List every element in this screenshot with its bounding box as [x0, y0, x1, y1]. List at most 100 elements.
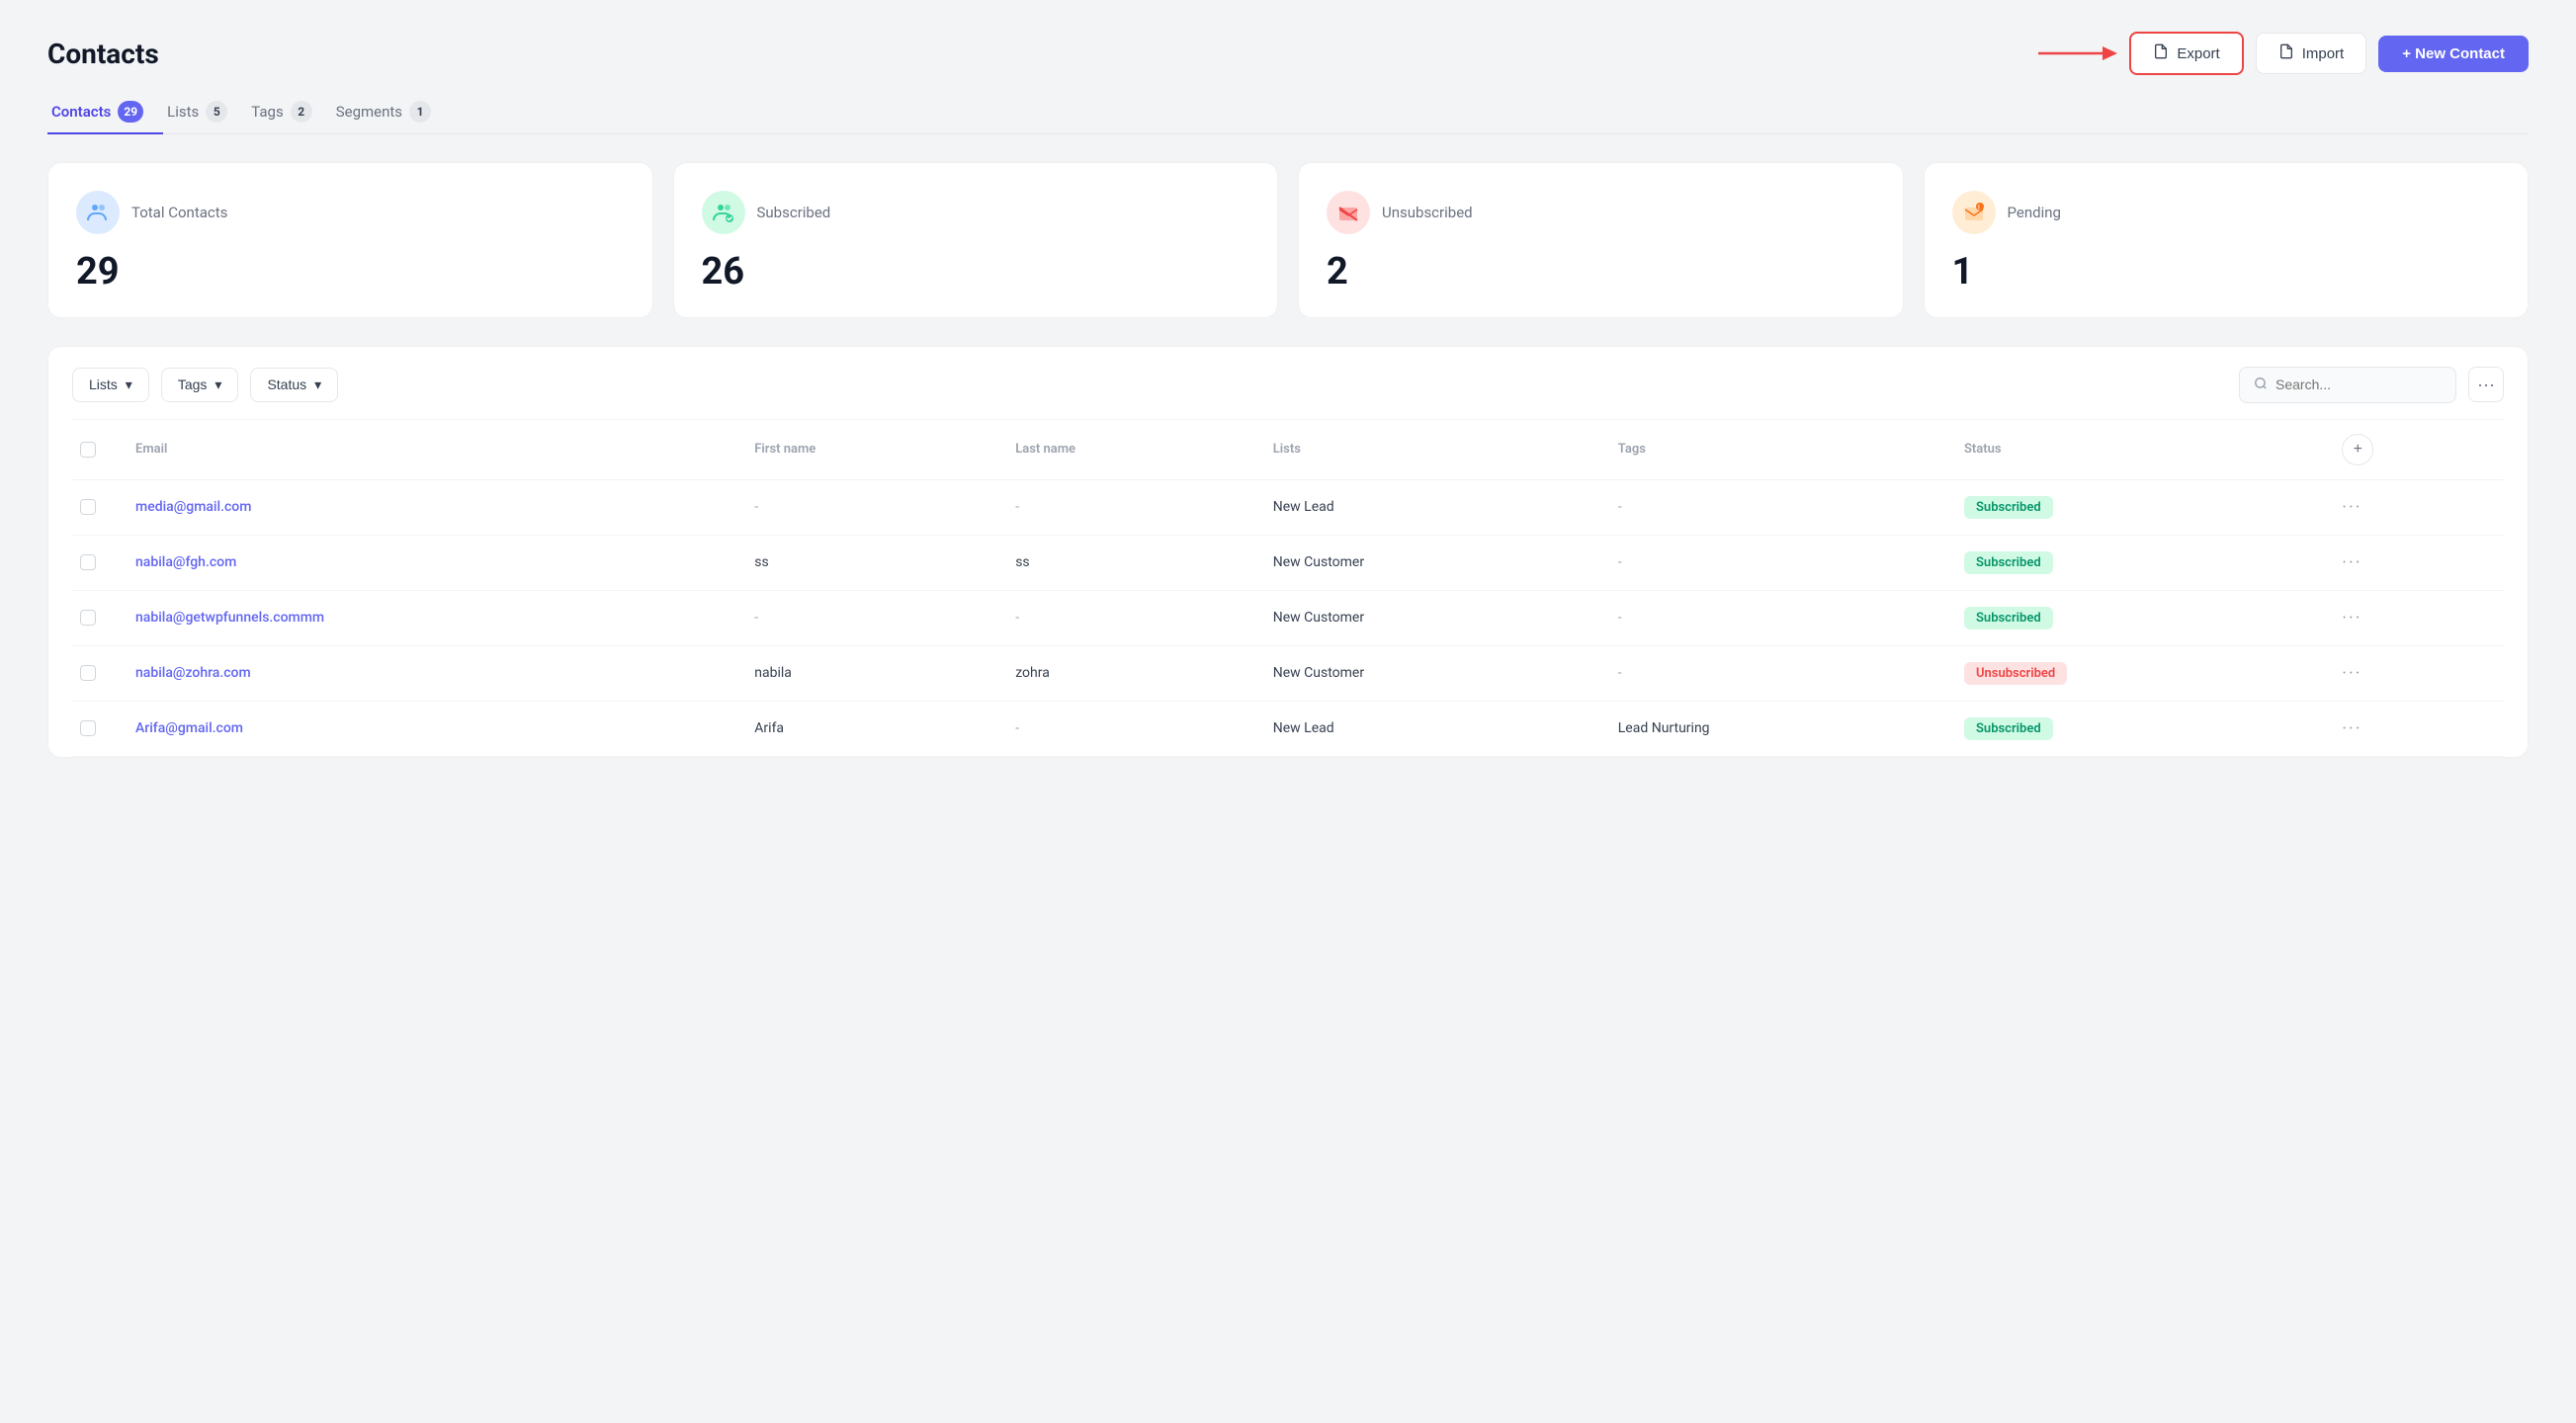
export-icon: [2153, 43, 2169, 63]
contact-lists: New Customer: [1257, 590, 1602, 645]
add-column-button[interactable]: +: [2342, 434, 2373, 465]
table-row: media@gmail.com--New Lead-Subscribed···: [72, 479, 2504, 535]
total-contacts-value: 29: [76, 250, 625, 293]
status-chevron-icon: ▾: [314, 377, 321, 393]
stat-card-pending: ! Pending 1: [1924, 162, 2530, 318]
contact-first-name: nabila: [738, 645, 999, 701]
contact-email[interactable]: nabila@getwpfunnels.commm: [135, 610, 324, 626]
subscribed-icon: [702, 191, 745, 234]
export-button[interactable]: Export: [2129, 32, 2243, 75]
status-filter-button[interactable]: Status ▾: [250, 368, 338, 402]
contact-first-name: -: [738, 590, 999, 645]
row-checkbox[interactable]: [80, 665, 96, 681]
contact-lists: New Customer: [1257, 645, 1602, 701]
contact-tags: -: [1602, 479, 1948, 535]
page-container: Contacts Export Import: [0, 0, 2576, 1423]
header-actions: Export Import + New Contact: [2038, 32, 2529, 75]
search-box: [2239, 367, 2456, 403]
contact-last-name: -: [999, 701, 1257, 756]
contact-lists: New Lead: [1257, 701, 1602, 756]
contact-lists: New Customer: [1257, 535, 1602, 590]
status-badge: Unsubscribed: [1964, 662, 2067, 685]
row-checkbox[interactable]: [80, 610, 96, 626]
lists-chevron-icon: ▾: [126, 377, 132, 393]
col-email: Email: [120, 420, 738, 480]
contact-first-name: -: [738, 479, 999, 535]
unsubscribed-label: Unsubscribed: [1382, 204, 1473, 221]
tabs-nav: Contacts 29 Lists 5 Tags 2 Segments 1: [47, 91, 2529, 134]
tab-tags[interactable]: Tags 2: [247, 91, 331, 134]
pending-value: 1: [1952, 250, 2501, 293]
search-input[interactable]: [2275, 377, 2442, 392]
contact-email[interactable]: Arifa@gmail.com: [135, 720, 243, 736]
tab-contacts[interactable]: Contacts 29: [47, 91, 163, 134]
status-badge: Subscribed: [1964, 607, 2053, 629]
table-row: nabila@fgh.comssssNew Customer-Subscribe…: [72, 535, 2504, 590]
stat-card-subscribed: Subscribed 26: [673, 162, 1279, 318]
table-row: nabila@zohra.com nabilazohraNew Customer-…: [72, 645, 2504, 701]
table-row: nabila@getwpfunnels.commm--New Customer-…: [72, 590, 2504, 645]
contact-lists: New Lead: [1257, 479, 1602, 535]
row-checkbox[interactable]: [80, 499, 96, 515]
contact-first-name: ss: [738, 535, 999, 590]
tab-lists[interactable]: Lists 5: [163, 91, 247, 134]
contact-tags: Lead Nurturing: [1602, 701, 1948, 756]
status-badge: Subscribed: [1964, 717, 2053, 740]
contact-tags: -: [1602, 645, 1948, 701]
contact-tags: -: [1602, 590, 1948, 645]
stats-grid: Total Contacts 29 Subscribed 26: [47, 162, 2529, 318]
header: Contacts Export Import: [47, 32, 2529, 75]
subscribed-value: 26: [702, 250, 1250, 293]
col-last-name: Last name: [999, 420, 1257, 480]
search-icon: [2254, 376, 2268, 394]
table-header-row: Email First name Last name Lists Tags St…: [72, 420, 2504, 480]
unsubscribed-value: 2: [1327, 250, 1875, 293]
row-actions-button[interactable]: ···: [2342, 718, 2361, 739]
tags-filter-button[interactable]: Tags ▾: [161, 368, 239, 402]
total-contacts-icon: [76, 191, 120, 234]
import-icon: [2278, 43, 2294, 63]
subscribed-label: Subscribed: [757, 204, 831, 221]
contact-email[interactable]: media@gmail.com: [135, 499, 251, 515]
col-status: Status: [1948, 420, 2326, 480]
contact-first-name: Arifa: [738, 701, 999, 756]
row-actions-button[interactable]: ···: [2342, 552, 2361, 573]
pending-icon: !: [1952, 191, 1996, 234]
row-actions-button[interactable]: ···: [2342, 663, 2361, 684]
unsubscribed-icon: [1327, 191, 1370, 234]
contact-email[interactable]: nabila@zohra.com: [135, 665, 251, 681]
total-contacts-label: Total Contacts: [131, 204, 227, 221]
new-contact-button[interactable]: + New Contact: [2378, 36, 2529, 72]
row-checkbox[interactable]: [80, 554, 96, 570]
tab-segments[interactable]: Segments 1: [332, 91, 451, 134]
arrow-indicator: [2038, 39, 2117, 68]
col-lists: Lists: [1257, 420, 1602, 480]
contact-last-name: zohra: [999, 645, 1257, 701]
row-checkbox[interactable]: [80, 720, 96, 736]
lists-filter-button[interactable]: Lists ▾: [72, 368, 149, 402]
status-badge: Subscribed: [1964, 496, 2053, 519]
contacts-table: Email First name Last name Lists Tags St…: [72, 420, 2504, 757]
contact-email[interactable]: nabila@fgh.com: [135, 554, 236, 570]
more-options-button[interactable]: ···: [2468, 367, 2504, 402]
import-button[interactable]: Import: [2256, 33, 2367, 74]
table-row: Arifa@gmail.com Arifa-New LeadLead Nurtur…: [72, 701, 2504, 756]
status-badge: Subscribed: [1964, 551, 2053, 574]
page-title: Contacts: [47, 38, 159, 70]
row-actions-button[interactable]: ···: [2342, 497, 2361, 518]
contact-tags: -: [1602, 535, 1948, 590]
more-dots-icon: ···: [2477, 375, 2495, 395]
contacts-table-wrapper: Email First name Last name Lists Tags St…: [72, 420, 2504, 757]
tags-chevron-icon: ▾: [215, 377, 221, 393]
contact-last-name: ss: [999, 535, 1257, 590]
pending-label: Pending: [2008, 204, 2061, 221]
contacts-table-container: Lists ▾ Tags ▾ Status ▾ ···: [47, 346, 2529, 758]
row-actions-button[interactable]: ···: [2342, 608, 2361, 628]
col-tags: Tags: [1602, 420, 1948, 480]
stat-card-total: Total Contacts 29: [47, 162, 653, 318]
stat-card-unsubscribed: Unsubscribed 2: [1298, 162, 1904, 318]
col-first-name: First name: [738, 420, 999, 480]
select-all-checkbox[interactable]: [80, 442, 96, 458]
filter-bar: Lists ▾ Tags ▾ Status ▾ ···: [72, 367, 2504, 420]
contact-last-name: -: [999, 590, 1257, 645]
